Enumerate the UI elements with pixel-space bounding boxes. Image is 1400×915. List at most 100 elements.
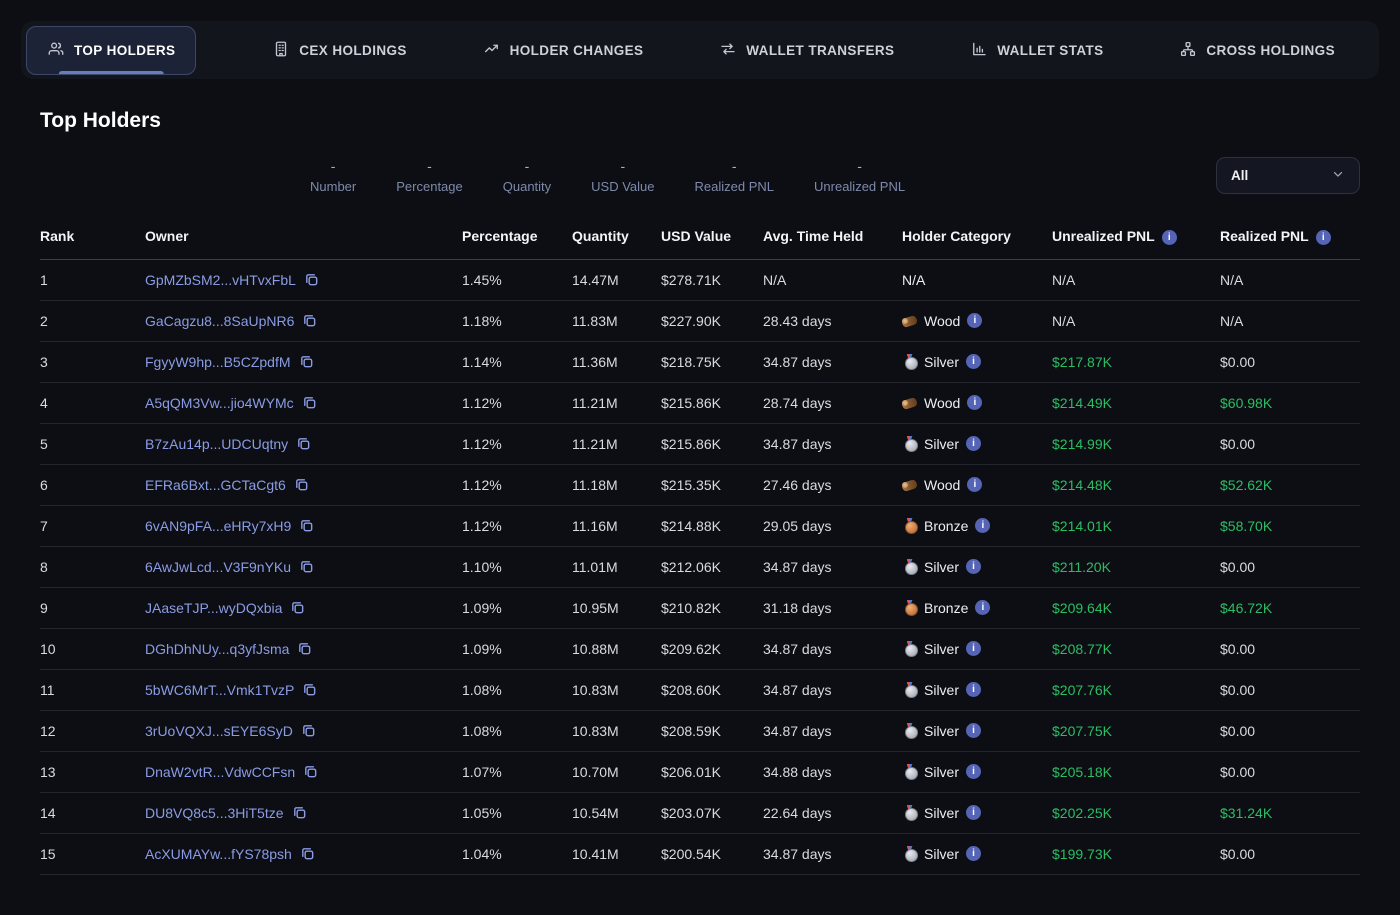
table-row: 5 B7zAu14p...UDCUqtny 1.12% 11.21M $215.… [40, 423, 1360, 464]
owner-address-link[interactable]: GaCagzu8...8SaUpNR6 [145, 313, 294, 329]
rank-cell: 2 [40, 300, 145, 341]
copy-icon[interactable] [302, 395, 317, 410]
filter-selected-value: All [1231, 168, 1248, 183]
chevron-down-icon [1331, 167, 1345, 184]
copy-icon[interactable] [297, 641, 312, 656]
copy-icon[interactable] [299, 559, 314, 574]
info-icon[interactable]: i [966, 723, 981, 738]
usd-value-cell: $214.88K [661, 505, 763, 546]
info-icon[interactable]: i [966, 436, 981, 451]
tab-label: CEX HOLDINGS [299, 43, 407, 58]
table-header-row: Rank Owner Percentage Quantity USD Value… [40, 220, 1360, 259]
info-icon[interactable]: i [966, 641, 981, 656]
unrealized-pnl-cell: $207.76K [1052, 669, 1220, 710]
info-icon[interactable]: i [967, 395, 982, 410]
owner-address-link[interactable]: AcXUMAYw...fYS78psh [145, 846, 292, 862]
owner-address-link[interactable]: A5qQM3Vw...jio4WYMc [145, 395, 294, 411]
col-unrealized-pnl: Unrealized PNLi [1052, 220, 1220, 259]
quantity-cell: 11.83M [572, 300, 661, 341]
owner-cell: A5qQM3Vw...jio4WYMc [145, 382, 462, 423]
avg-time-held-cell: 34.87 days [763, 341, 902, 382]
unrealized-pnl-cell: $214.99K [1052, 423, 1220, 464]
owner-address-link[interactable]: DGhDhNUy...q3yfJsma [145, 641, 289, 657]
copy-icon[interactable] [299, 354, 314, 369]
holder-category-cell: Silver i [902, 669, 1052, 710]
owner-address-link[interactable]: FgyyW9hp...B5CZpdfM [145, 354, 291, 370]
usd-value-cell: $208.59K [661, 710, 763, 751]
owner-address-link[interactable]: 5bWC6MrT...Vmk1TvzP [145, 682, 294, 698]
copy-icon[interactable] [304, 272, 319, 287]
info-icon[interactable]: i [967, 313, 982, 328]
table-row: 2 GaCagzu8...8SaUpNR6 1.18% 11.83M $227.… [40, 300, 1360, 341]
info-icon[interactable]: i [966, 846, 981, 861]
copy-icon[interactable] [302, 313, 317, 328]
holder-category-icon [902, 354, 917, 370]
usd-value-cell: $200.54K [661, 833, 763, 874]
copy-icon[interactable] [296, 436, 311, 451]
info-icon[interactable]: i [1162, 230, 1177, 245]
unrealized-pnl-cell: $214.49K [1052, 382, 1220, 423]
tab-top-holders[interactable]: TOP HOLDERS [26, 26, 196, 75]
filter-dropdown[interactable]: All [1216, 157, 1360, 194]
usd-value-cell: $206.01K [661, 751, 763, 792]
info-icon[interactable]: i [966, 354, 981, 369]
copy-icon[interactable] [303, 764, 318, 779]
percentage-cell: 1.45% [462, 259, 572, 300]
avg-time-held-cell: 28.74 days [763, 382, 902, 423]
info-icon[interactable]: i [966, 682, 981, 697]
holder-category-label: Silver [924, 846, 959, 862]
owner-address-link[interactable]: 3rUoVQXJ...sEYE6SyD [145, 723, 293, 739]
owner-address-link[interactable]: 6vAN9pFA...eHRy7xH9 [145, 518, 291, 534]
copy-icon[interactable] [299, 518, 314, 533]
holder-category-cell: Bronze i [902, 505, 1052, 546]
usd-value-cell: $215.35K [661, 464, 763, 505]
copy-icon[interactable] [300, 846, 315, 861]
tab-cex-holdings[interactable]: CEX HOLDINGS [272, 40, 407, 61]
tab-wallet-transfers[interactable]: WALLET TRANSFERS [719, 40, 894, 61]
rank-cell: 9 [40, 587, 145, 628]
info-icon[interactable]: i [967, 477, 982, 492]
avg-time-held-cell: 34.87 days [763, 546, 902, 587]
percentage-cell: 1.12% [462, 423, 572, 464]
info-icon[interactable]: i [966, 559, 981, 574]
copy-icon[interactable] [301, 723, 316, 738]
owner-cell: JAaseTJP...wyDQxbia [145, 587, 462, 628]
owner-address-link[interactable]: EFRa6Bxt...GCTaCgt6 [145, 477, 286, 493]
avg-time-held-cell: 34.87 days [763, 833, 902, 874]
unrealized-pnl-cell: $208.77K [1052, 628, 1220, 669]
copy-icon[interactable] [294, 477, 309, 492]
info-icon[interactable]: i [975, 518, 990, 533]
owner-address-link[interactable]: DnaW2vtR...VdwCCFsn [145, 764, 295, 780]
tab-label: CROSS HOLDINGS [1206, 43, 1335, 58]
owner-address-link[interactable]: 6AwJwLcd...V3F9nYKu [145, 559, 291, 575]
holder-category-cell: Silver i [902, 628, 1052, 669]
percentage-cell: 1.10% [462, 546, 572, 587]
copy-icon[interactable] [302, 682, 317, 697]
avg-time-held-cell: 34.87 days [763, 628, 902, 669]
owner-address-link[interactable]: GpMZbSM2...vHTvxFbL [145, 272, 296, 288]
info-icon[interactable]: i [1316, 230, 1331, 245]
tab-holder-changes[interactable]: HOLDER CHANGES [483, 40, 644, 61]
realized-pnl-cell: $0.00 [1220, 833, 1360, 874]
info-icon[interactable]: i [966, 764, 981, 779]
copy-icon[interactable] [290, 600, 305, 615]
rank-cell: 10 [40, 628, 145, 669]
tab-cross-holdings[interactable]: CROSS HOLDINGS [1179, 40, 1335, 61]
quantity-cell: 14.47M [572, 259, 661, 300]
info-icon[interactable]: i [975, 600, 990, 615]
owner-address-link[interactable]: B7zAu14p...UDCUqtny [145, 436, 288, 452]
copy-icon[interactable] [292, 805, 307, 820]
avg-time-held-cell: 34.88 days [763, 751, 902, 792]
avg-time-held-cell: 34.87 days [763, 669, 902, 710]
tab-wallet-stats[interactable]: WALLET STATS [970, 40, 1103, 61]
unrealized-pnl-cell: $217.87K [1052, 341, 1220, 382]
owner-address-link[interactable]: DU8VQ8c5...3HiT5tze [145, 805, 284, 821]
stat-value: - [695, 158, 775, 174]
holder-category-cell: Silver i [902, 546, 1052, 587]
info-icon[interactable]: i [966, 805, 981, 820]
owner-address-link[interactable]: JAaseTJP...wyDQxbia [145, 600, 282, 616]
unrealized-pnl-cell: $205.18K [1052, 751, 1220, 792]
table-row: 10 DGhDhNUy...q3yfJsma 1.09% 10.88M $209… [40, 628, 1360, 669]
quantity-cell: 11.18M [572, 464, 661, 505]
stat-value: - [396, 158, 463, 174]
